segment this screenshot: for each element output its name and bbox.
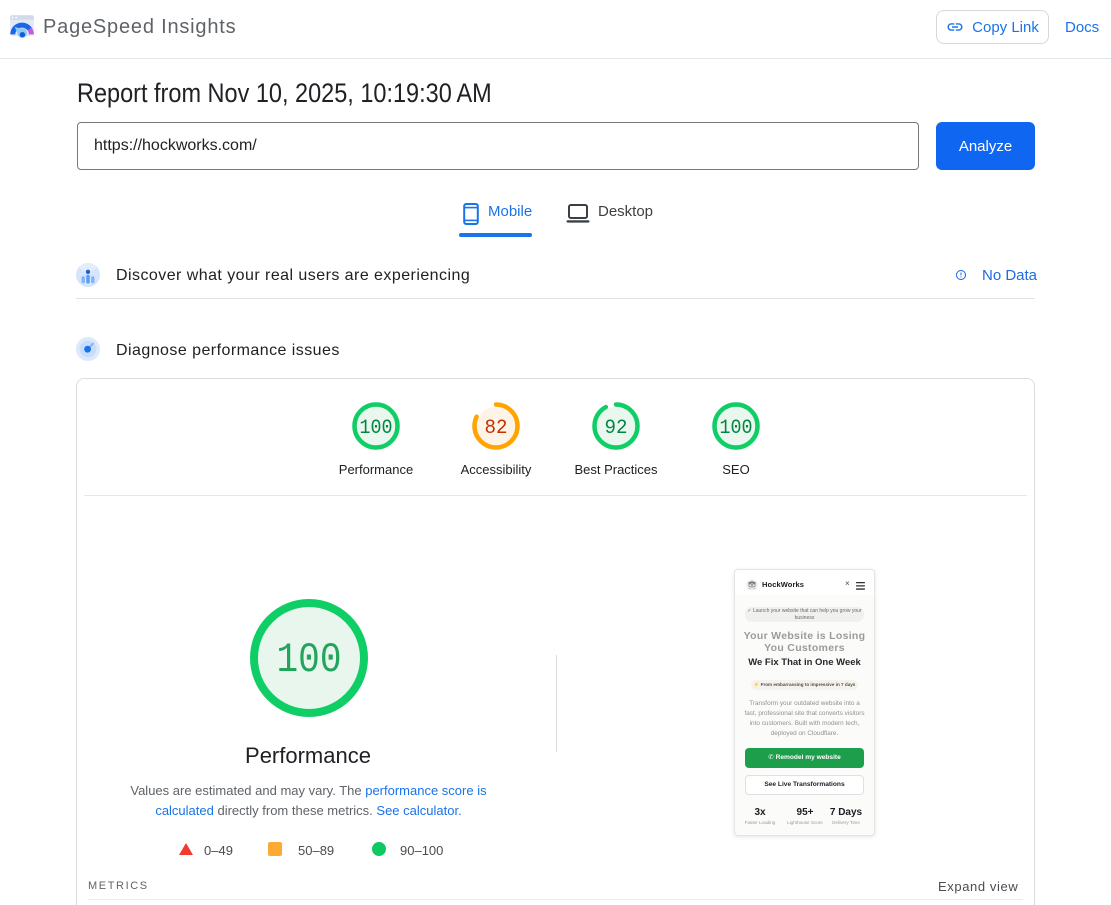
svg-text:92: 92 bbox=[605, 417, 628, 440]
svg-text:100: 100 bbox=[360, 417, 393, 440]
svg-text:82: 82 bbox=[485, 417, 508, 440]
svg-text:100: 100 bbox=[720, 417, 753, 440]
svg-text:100: 100 bbox=[277, 636, 342, 684]
